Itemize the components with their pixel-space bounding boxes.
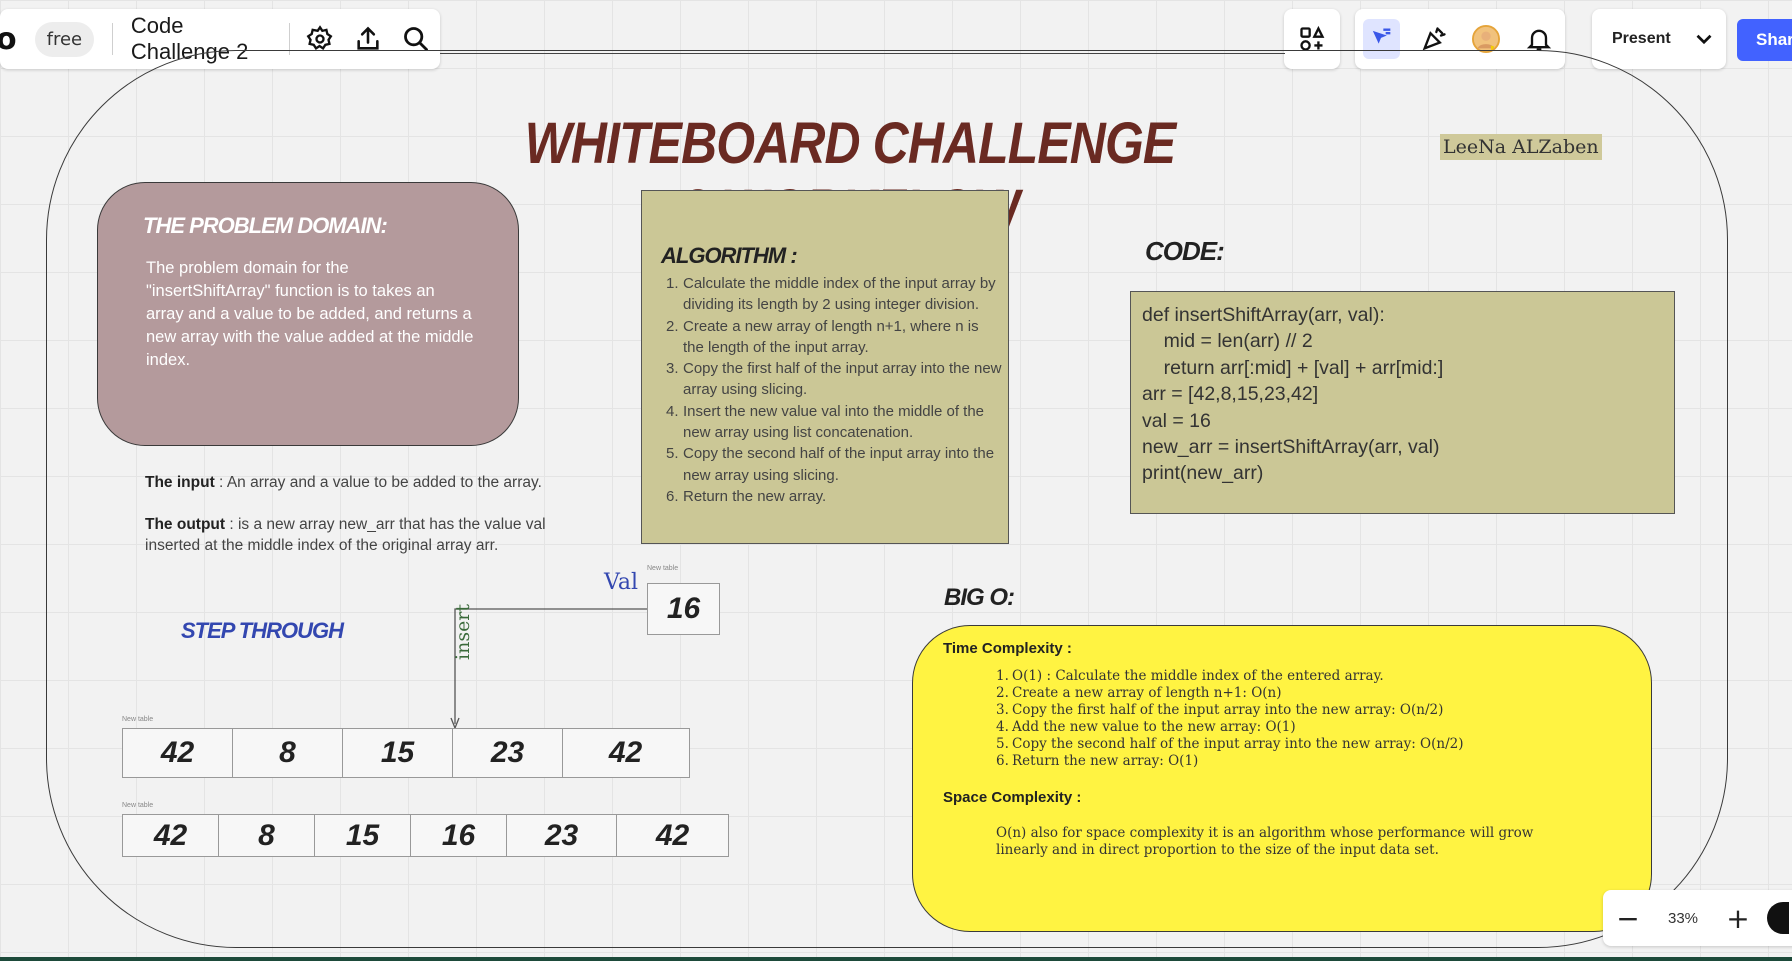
array-cell: 23	[453, 729, 563, 777]
time-complexity-heading: Time Complexity :	[943, 640, 1072, 657]
divider	[112, 23, 113, 55]
time-complexity-list: 1. O(1) : Calculate the middle index of t…	[996, 668, 1464, 770]
help-button[interactable]	[1767, 902, 1789, 934]
space-complexity-text: O(n) also for space complexity it is an …	[996, 825, 1534, 858]
output-label: The output	[145, 516, 226, 533]
zoom-control: − 33% +	[1603, 890, 1792, 946]
zoom-level[interactable]: 33%	[1653, 910, 1713, 927]
author-sticky[interactable]: LeeNa ALZaben	[1440, 134, 1602, 160]
array-cell: 15	[315, 815, 411, 856]
complexity-item: 5. Copy the second half of the input arra…	[996, 736, 1464, 752]
complexity-item: 3. Copy the first half of the input array…	[996, 702, 1444, 718]
algorithm-step: 3. Copy the first half of the input array…	[666, 360, 1002, 399]
array-cell: 15	[343, 729, 453, 777]
code-line: return arr[:mid] + [val] + arr[mid:]	[1142, 356, 1444, 379]
complexity-item: 4. Add the new value to the new array: O(…	[996, 719, 1296, 735]
array-cell: 16	[411, 815, 507, 856]
plan-badge[interactable]: free	[34, 21, 95, 57]
zoom-out-button[interactable]: −	[1603, 902, 1653, 935]
input-text: : An array and a value to be added to th…	[214, 474, 542, 491]
present-button[interactable]: Present	[1592, 30, 1691, 48]
algorithm-steps: 1. Calculate the middle index of the inpu…	[666, 273, 1003, 507]
code-snippet: def insertShiftArray(arr, val): mid = le…	[1142, 302, 1443, 487]
present-control: Present	[1592, 9, 1726, 69]
array-cell: 42	[123, 729, 233, 777]
array-cell: 42	[123, 815, 219, 856]
input-label: The input	[145, 474, 215, 491]
output-array-caption: New table	[122, 802, 154, 809]
code-line: print(new_arr)	[1142, 462, 1264, 485]
complexity-item: 6. Return the new array: O(1)	[996, 753, 1199, 769]
input-array-table[interactable]: 42 8 15 23 42	[122, 728, 690, 778]
space-complexity-heading: Space Complexity :	[943, 789, 1082, 806]
code-line: def insertShiftArray(arr, val):	[1142, 304, 1385, 326]
new-value-cell[interactable]: 16	[647, 583, 720, 635]
code-line: mid = len(arr) // 2	[1142, 330, 1313, 353]
problem-domain-text: The problem domain for the "insertShiftA…	[146, 259, 474, 369]
bottom-strip	[0, 957, 1792, 961]
code-line: val = 16	[1142, 409, 1211, 432]
zoom-in-button[interactable]: +	[1713, 902, 1763, 935]
val-label[interactable]: Val	[604, 570, 638, 595]
insert-label[interactable]: insert	[452, 604, 474, 660]
output-array-table[interactable]: 42 8 15 16 23 42	[122, 814, 729, 857]
input-description[interactable]: The input : An array and a value to be a…	[145, 472, 565, 493]
complexity-item: 1. O(1) : Calculate the middle index of t…	[996, 668, 1384, 684]
problem-domain-heading: THE PROBLEM DOMAIN:	[143, 213, 388, 238]
algorithm-step: 4. Insert the new value val into the midd…	[666, 402, 985, 442]
array-cell: 23	[507, 815, 617, 856]
algorithm-step: 2. Create a new array of length n+1, wher…	[666, 317, 979, 356]
new-value-caption: New table	[647, 565, 679, 572]
step-through-heading[interactable]: STEP THROUGH	[181, 618, 344, 644]
code-heading[interactable]: CODE:	[1145, 236, 1225, 267]
input-array-caption: New table	[122, 716, 154, 723]
complexity-item: 2. Create a new array of length n+1: O(n)	[996, 685, 1282, 701]
algorithm-step: 5. Copy the second half of the input arra…	[666, 445, 995, 484]
algorithm-step: 1. Calculate the middle index of the inpu…	[666, 275, 996, 314]
algorithm-step: 6. Return the new array.	[666, 487, 827, 505]
algorithm-heading: ALGORITHM :	[661, 243, 798, 268]
array-cell: 42	[608, 736, 643, 769]
big-o-heading[interactable]: BIG O:	[944, 584, 1015, 612]
app-logo[interactable]: o	[0, 22, 17, 57]
share-button[interactable]: Share	[1737, 19, 1792, 61]
array-cell: 8	[233, 729, 343, 777]
array-cell: 42	[655, 818, 690, 852]
code-line: arr = [42,8,15,23,42]	[1142, 383, 1319, 406]
code-line: new_arr = insertShiftArray(arr, val)	[1142, 436, 1440, 459]
output-description[interactable]: The output : is a new array new_arr that…	[145, 514, 565, 556]
chevron-down-icon[interactable]	[1691, 19, 1717, 59]
array-cell: 8	[219, 815, 315, 856]
